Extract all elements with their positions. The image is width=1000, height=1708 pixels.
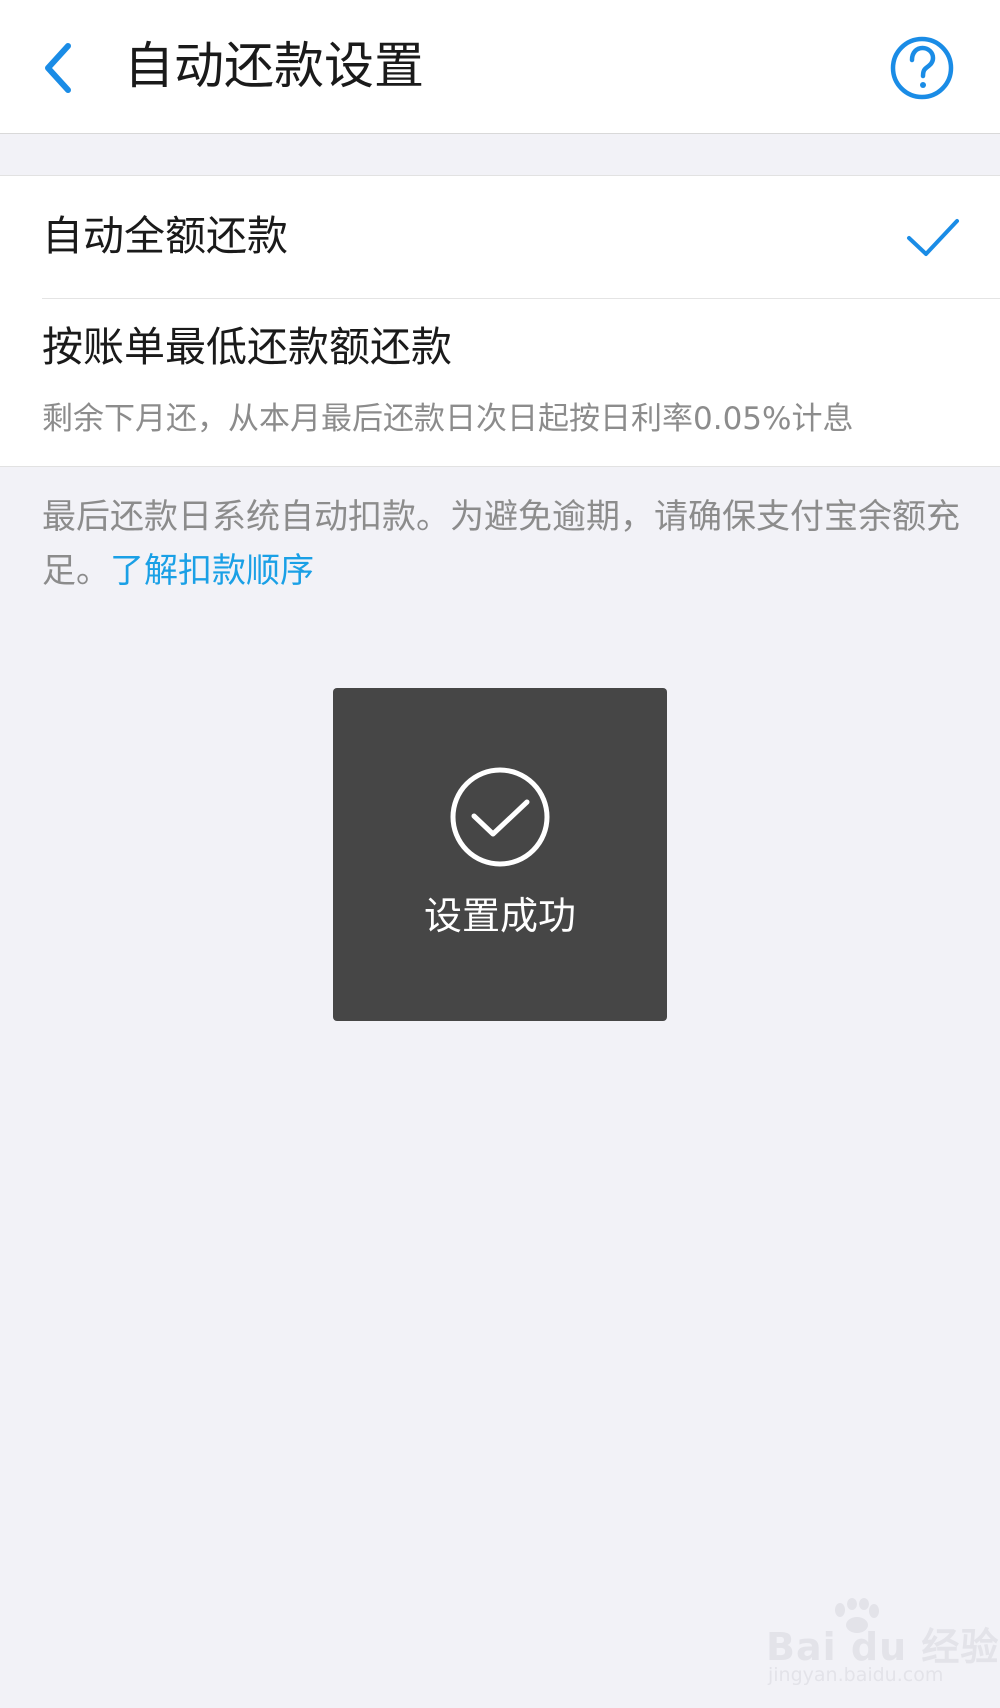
watermark-logo-text: Bai du 经验 [766, 1625, 1000, 1669]
help-button[interactable] [888, 34, 956, 102]
auto-deduction-notice: 最后还款日系统自动扣款。为避免逾期，请确保支付宝余额充足。了解扣款顺序 [42, 490, 962, 598]
baidu-jingyan-watermark: Bai du 经验 jingyan.baidu.com [766, 1598, 998, 1688]
back-button[interactable] [36, 38, 86, 98]
success-toast: 设置成功 [333, 688, 667, 1021]
checkmark-icon [907, 219, 959, 256]
watermark-url: jingyan.baidu.com [768, 1664, 944, 1686]
check-circle-icon [450, 767, 550, 867]
navigation-bar: 自动还款设置 [0, 0, 1000, 134]
option-minimum-repayment-description: 剩余下月还，从本月最后还款日次日起按日利率0.05%计息 [42, 401, 854, 437]
toast-message: 设置成功 [423, 894, 576, 938]
option-full-repayment-label: 自动全额还款 [42, 212, 288, 260]
question-circle-icon [890, 36, 954, 100]
chevron-left-icon [45, 43, 71, 93]
option-minimum-repayment[interactable]: 按账单最低还款额还款 剩余下月还，从本月最后还款日次日起按日利率0.05%计息 [0, 299, 1000, 467]
page-title: 自动还款设置 [124, 37, 424, 95]
option-minimum-repayment-label: 按账单最低还款额还款 [42, 323, 452, 371]
option-full-repayment[interactable]: 自动全额还款 [0, 176, 1000, 298]
deduction-order-link[interactable]: 了解扣款顺序 [110, 551, 314, 591]
repayment-options-list: 自动全额还款 按账单最低还款额还款 剩余下月还，从本月最后还款日次日起按日利率0… [0, 175, 1000, 467]
